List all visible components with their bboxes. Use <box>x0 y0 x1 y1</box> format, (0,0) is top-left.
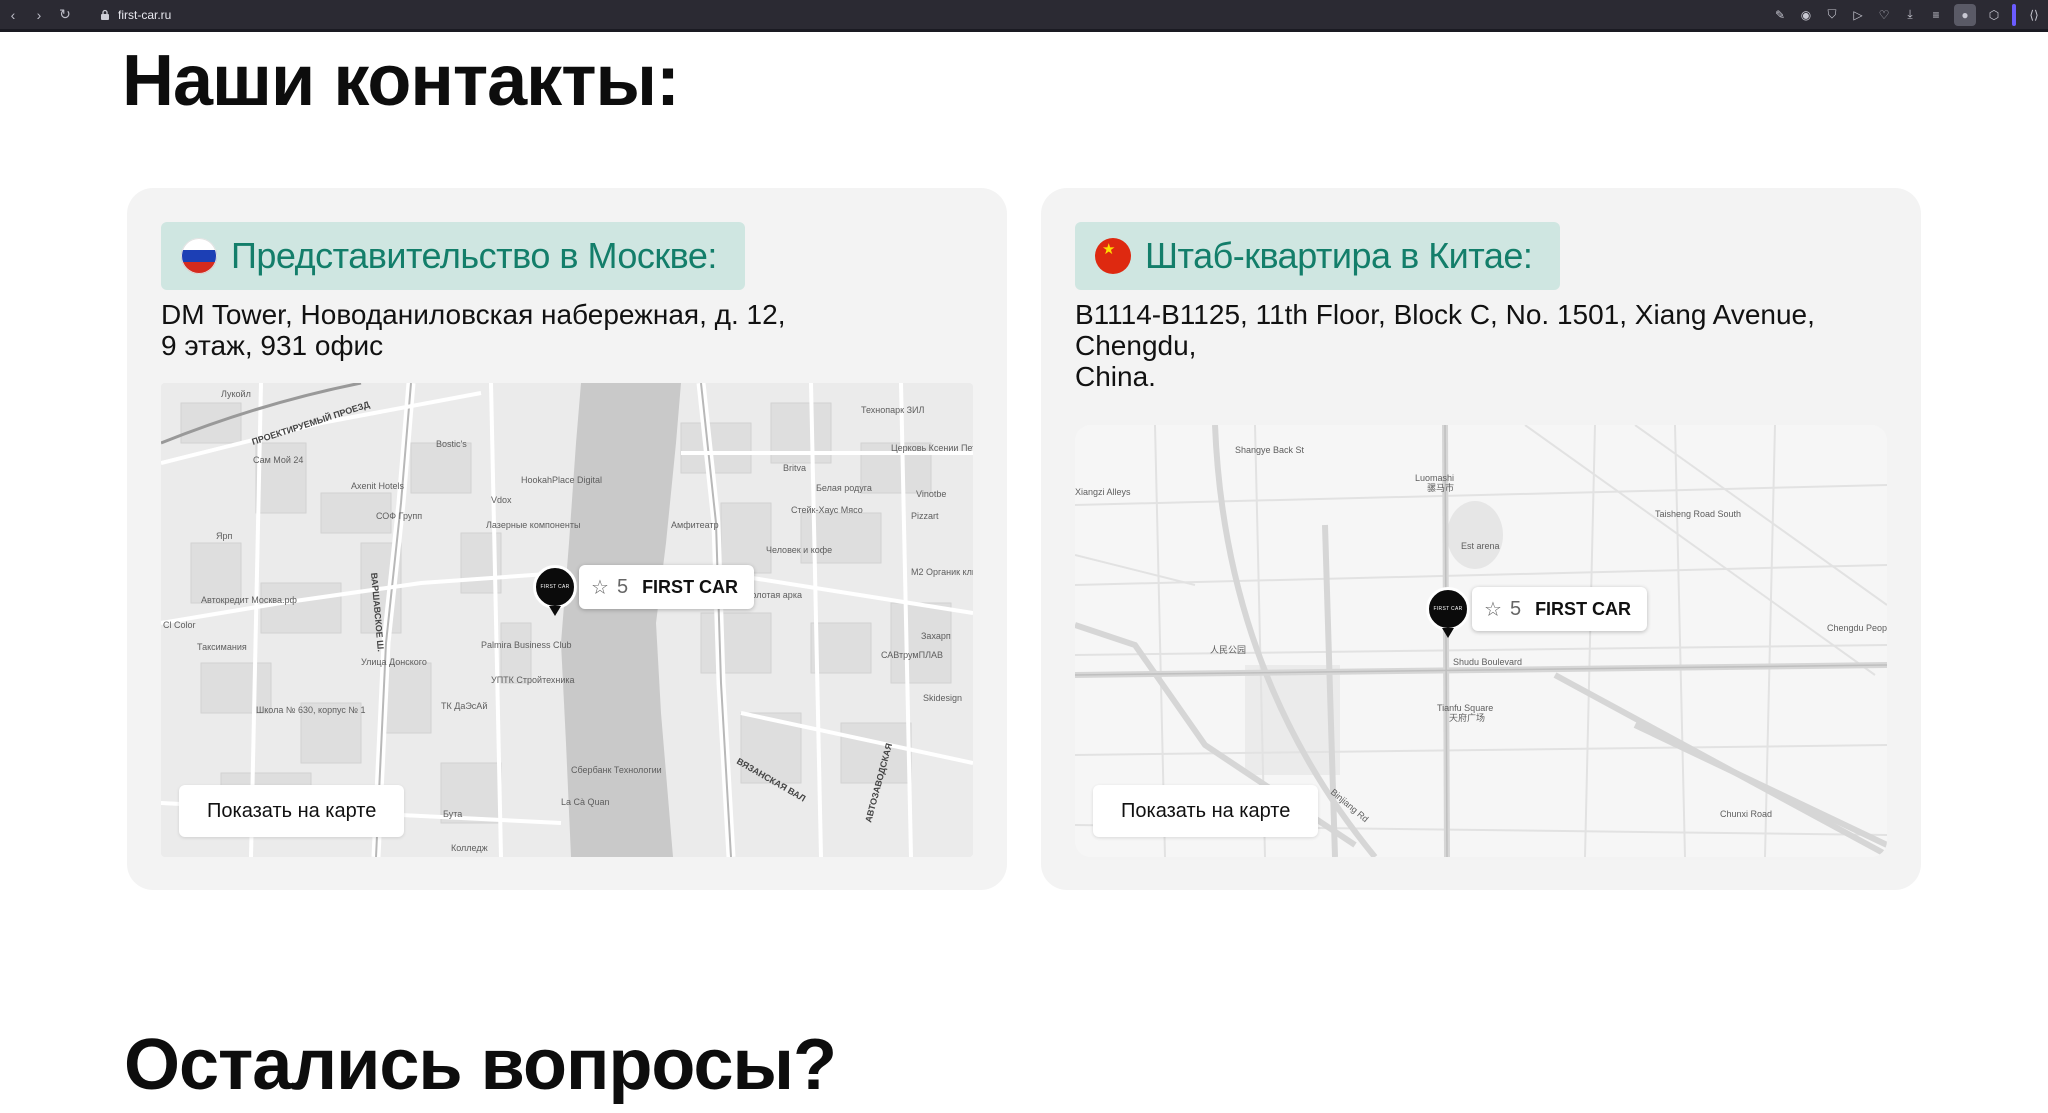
forward-icon[interactable]: › <box>26 7 52 23</box>
menu-icon[interactable]: ≡ <box>1928 7 1944 23</box>
map-label: Таксимания <box>197 642 247 652</box>
map-label: Vinotbe <box>916 489 946 499</box>
map-label: Стейк-Хаус Мясо <box>791 505 863 515</box>
questions-title: Остались вопросы? <box>124 1025 837 1105</box>
map-label: Колледж <box>451 843 488 853</box>
back-icon[interactable]: ‹ <box>0 7 26 23</box>
map-label: ТК ДаЭсАй <box>441 701 487 711</box>
moscow-address-line2: 9 этаж, 931 офис <box>161 330 384 361</box>
map-label: Улица Донского <box>361 657 427 667</box>
camera-icon[interactable]: ◉ <box>1798 7 1814 23</box>
map-label: Luomashi <box>1415 473 1454 483</box>
map-label: Chunxi Road <box>1720 809 1772 819</box>
map-label: HookahPlace Digital <box>521 475 602 485</box>
moscow-badge-text: Представительство в Москве: <box>231 235 717 276</box>
show-on-map-button[interactable]: Показать на карте <box>1093 785 1319 837</box>
map-label: 骡马市 <box>1427 482 1454 493</box>
rating-value: 5 <box>1509 597 1522 620</box>
map-label: Axenit Hotels <box>351 481 405 491</box>
map-label: Золотая арка <box>746 590 802 600</box>
shield-icon[interactable]: ⛉ <box>1824 7 1840 23</box>
map-label: САВтрумПЛАВ <box>881 650 943 660</box>
china-contact-card: ★ Штаб-квартира в Китае: B1114-B1125, 11… <box>1041 188 1921 890</box>
map-label: Britva <box>783 463 806 473</box>
profile-icon[interactable]: ● <box>1954 3 1976 26</box>
extensions-icon[interactable]: ⬡ <box>1986 7 2002 23</box>
show-on-map-button[interactable]: Показать на карте <box>179 785 405 837</box>
china-address-line2: China. <box>1075 361 1156 392</box>
map-label: Tianfu Square <box>1437 703 1493 713</box>
map-label: СОФ Групп <box>376 511 422 521</box>
map-label: Bostic's <box>436 439 467 449</box>
map-label: Skidesign <box>923 693 962 703</box>
brand-name: FIRST CAR <box>1535 598 1632 619</box>
map-label: Автокредит Москва.рф <box>201 595 297 605</box>
map-label: Человек и кофе <box>766 545 832 555</box>
russia-flag-icon <box>181 238 217 274</box>
brand-name: FIRST CAR <box>642 576 739 597</box>
map-label: Vdox <box>491 495 512 505</box>
moscow-badge: Представительство в Москве: <box>161 222 745 290</box>
first-car-logo-icon: FIRST CAR <box>540 584 570 590</box>
moscow-address: DM Tower, Новоданиловская набережная, д.… <box>161 299 981 361</box>
download-icon[interactable]: ⤓ <box>1902 7 1918 23</box>
china-map[interactable]: Shangye Back St Luomashi 骡马市 Xiangzi All… <box>1075 425 1887 857</box>
map-label: Pizzart <box>911 511 939 521</box>
first-car-map-label[interactable]: ☆ 5 FIRST CAR <box>579 565 755 609</box>
map-label: Бута <box>443 809 462 819</box>
map-label: Лукойл <box>221 389 251 399</box>
contacts-title: Наши контакты: <box>122 41 680 121</box>
map-label: Церковь Ксении Петербургской <box>891 443 973 453</box>
map-label: Palmira Business Club <box>481 640 572 650</box>
first-car-logo-icon: FIRST CAR <box>1433 606 1463 612</box>
china-flag-icon: ★ <box>1095 238 1131 274</box>
moscow-map[interactable]: Лукойл Сам Мой 24 Axenit Hotels HookahPl… <box>161 383 973 857</box>
url-text: first-car.ru <box>118 7 172 22</box>
map-label: Школа № 630, корпус № 1 <box>256 705 366 715</box>
map-label: Сам Мой 24 <box>253 455 303 465</box>
map-label: Xiangzi Alleys <box>1075 487 1131 497</box>
map-label: УПТК Стройтехника <box>491 675 575 685</box>
map-label: Shangye Back St <box>1235 445 1305 455</box>
star-icon: ☆ <box>1484 598 1502 621</box>
sidebar-icon[interactable]: ⟨⟩ <box>2026 7 2042 23</box>
china-badge: ★ Штаб-квартира в Китае: <box>1075 222 1561 290</box>
reload-icon[interactable]: ↻ <box>52 6 78 23</box>
map-label: Технопарк ЗИЛ <box>861 405 925 415</box>
accent-bar <box>2012 3 2016 26</box>
map-label: Лазерные компоненты <box>486 520 580 530</box>
map-label: La Cà Quan <box>561 797 610 807</box>
browser-extensions: ✎ ◉ ⛉ ▷ ♡ ⤓ ≡ ● ⬡ ⟨⟩ <box>1772 0 2042 29</box>
first-car-map-label[interactable]: ☆ 5 FIRST CAR <box>1472 587 1648 631</box>
first-car-map-pin[interactable]: FIRST CAR <box>533 565 577 616</box>
map-label: Taisheng Road South <box>1655 509 1741 519</box>
map-label: Shudu Boulevard <box>1453 657 1522 667</box>
moscow-address-line1: DM Tower, Новоданиловская набережная, д.… <box>161 299 786 330</box>
map-label: 天府广场 <box>1449 712 1485 723</box>
map-label: Сбербанк Технологии <box>571 765 662 775</box>
moscow-contact-card: Представительство в Москве: DM Tower, Но… <box>127 188 1007 890</box>
heart-icon[interactable]: ♡ <box>1876 7 1892 23</box>
first-car-map-pin[interactable]: FIRST CAR <box>1426 587 1470 638</box>
edit-icon[interactable]: ✎ <box>1772 7 1788 23</box>
map-label: Белая родуга <box>816 483 872 493</box>
map-label: 人民公园 <box>1210 645 1246 655</box>
lock-icon <box>101 9 109 20</box>
china-address: B1114-B1125, 11th Floor, Block C, No. 15… <box>1075 299 1895 392</box>
china-badge-text: Штаб-квартира в Китае: <box>1145 235 1533 276</box>
play-icon[interactable]: ▷ <box>1850 7 1866 23</box>
map-label: M2 Органик клиника <box>911 567 973 577</box>
map-label: Сl Color <box>163 620 196 630</box>
map-label: Chengdu People's <box>1827 623 1887 633</box>
map-label: Est arena <box>1461 541 1500 551</box>
china-address-line1: B1114-B1125, 11th Floor, Block C, No. 15… <box>1075 299 1815 361</box>
map-label: Захарп <box>921 631 951 641</box>
address-bar[interactable]: first-car.ru <box>100 8 171 22</box>
star-icon: ☆ <box>591 576 609 599</box>
map-label: Амфитеатр <box>671 520 719 530</box>
map-label: Ярп <box>216 531 233 541</box>
rating-value: 5 <box>616 575 629 598</box>
browser-toolbar: ‹ › ↻ first-car.ru ✎ ◉ ⛉ ▷ ♡ ⤓ ≡ ● ⬡ ⟨⟩ <box>0 0 2048 32</box>
